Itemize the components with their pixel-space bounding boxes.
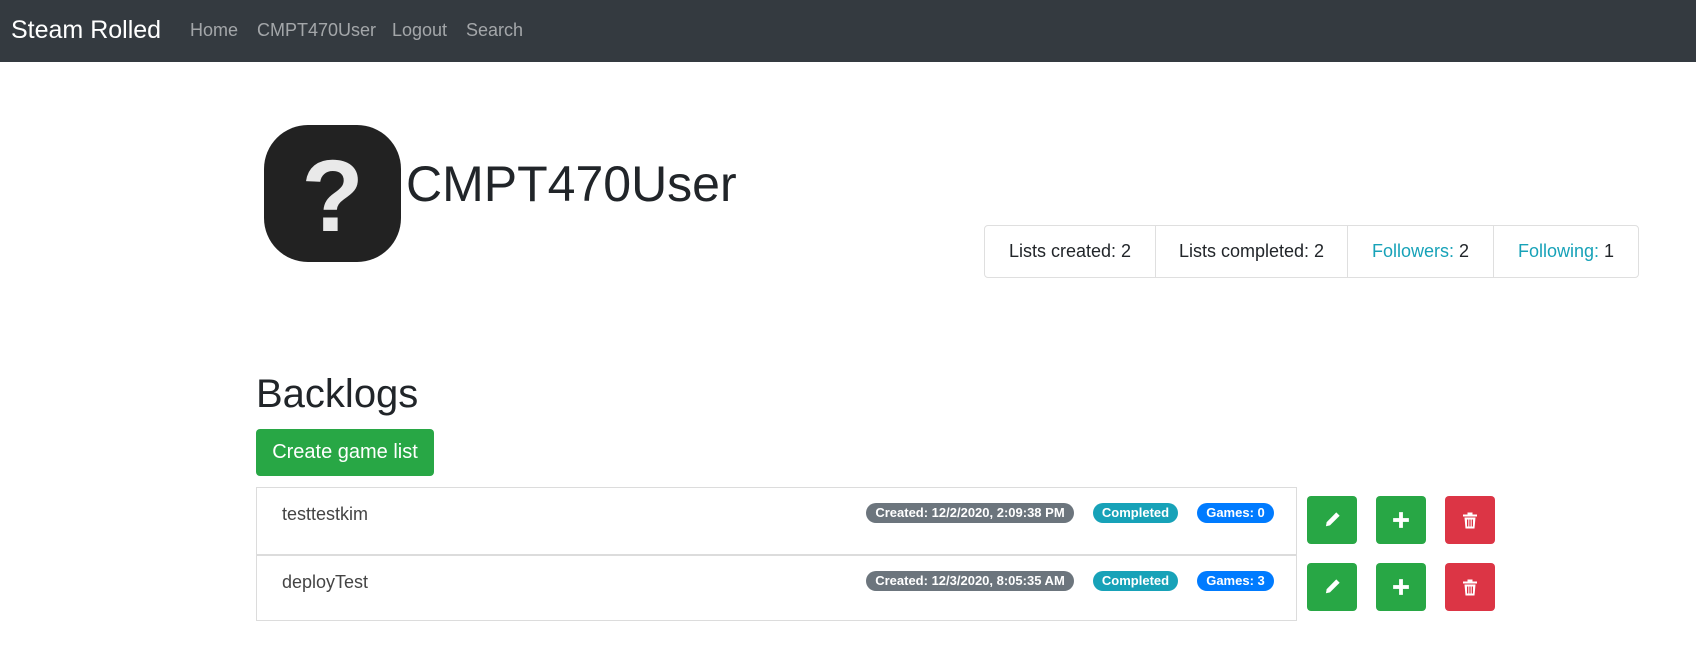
stat-following-value: 1 <box>1604 241 1615 261</box>
top-navbar: Steam Rolled Home CMPT470User Logout Sea… <box>0 0 1696 62</box>
stat-lists-completed: Lists completed: 2 <box>1155 226 1347 277</box>
games-count-badge: Games: 3 <box>1197 571 1274 591</box>
stat-lists-created-value: 2 <box>1121 241 1132 261</box>
backlog-list: testtestkim Created: 12/2/2020, 2:09:38 … <box>256 487 1297 621</box>
add-game-button[interactable] <box>1376 496 1426 544</box>
trash-icon <box>1463 512 1477 528</box>
list-item[interactable]: deployTest Created: 12/3/2020, 8:05:35 A… <box>257 554 1296 620</box>
nav-link-home[interactable]: Home <box>190 19 238 41</box>
games-count-badge: Games: 0 <box>1197 503 1274 523</box>
list-item-name[interactable]: deployTest <box>282 572 368 593</box>
avatar: ? <box>264 125 401 262</box>
profile-stats: Lists created: 2 Lists completed: 2 Foll… <box>984 225 1639 278</box>
stat-followers: Followers: 2 <box>1347 226 1493 277</box>
pencil-icon <box>1325 512 1340 527</box>
created-badge: Created: 12/3/2020, 8:05:35 AM <box>866 571 1074 591</box>
delete-list-button[interactable] <box>1445 496 1495 544</box>
trash-icon <box>1463 579 1477 595</box>
backlogs-heading: Backlogs <box>256 372 419 416</box>
delete-list-button[interactable] <box>1445 563 1495 611</box>
followers-link[interactable]: Followers: <box>1372 241 1454 262</box>
nav-link-logout[interactable]: Logout <box>392 19 447 41</box>
question-mark-icon: ? <box>301 138 364 253</box>
create-game-list-button[interactable]: Create game list <box>256 429 434 476</box>
following-link[interactable]: Following: <box>1518 241 1599 262</box>
list-item-name[interactable]: testtestkim <box>282 504 368 525</box>
plus-icon <box>1393 512 1409 528</box>
edit-list-button[interactable] <box>1307 563 1357 611</box>
add-game-button[interactable] <box>1376 563 1426 611</box>
stat-lists-completed-label: Lists completed: <box>1178 241 1310 261</box>
status-badge: Completed <box>1093 571 1178 591</box>
edit-list-button[interactable] <box>1307 496 1357 544</box>
nav-link-search[interactable]: Search <box>466 19 523 41</box>
stat-followers-value: 2 <box>1459 241 1470 261</box>
stat-lists-created-label: Lists created: <box>1008 241 1117 261</box>
stat-lists-created: Lists created: 2 <box>985 226 1155 277</box>
plus-icon <box>1393 579 1409 595</box>
pencil-icon <box>1325 579 1340 594</box>
profile-username: CMPT470User <box>406 156 737 212</box>
status-badge: Completed <box>1093 503 1178 523</box>
created-badge: Created: 12/2/2020, 2:09:38 PM <box>866 503 1074 523</box>
brand-link[interactable]: Steam Rolled <box>11 14 161 46</box>
stat-following: Following: 1 <box>1493 226 1638 277</box>
stat-lists-completed-value: 2 <box>1314 241 1325 261</box>
nav-link-profile[interactable]: CMPT470User <box>257 19 376 41</box>
list-item[interactable]: testtestkim Created: 12/2/2020, 2:09:38 … <box>257 488 1296 554</box>
